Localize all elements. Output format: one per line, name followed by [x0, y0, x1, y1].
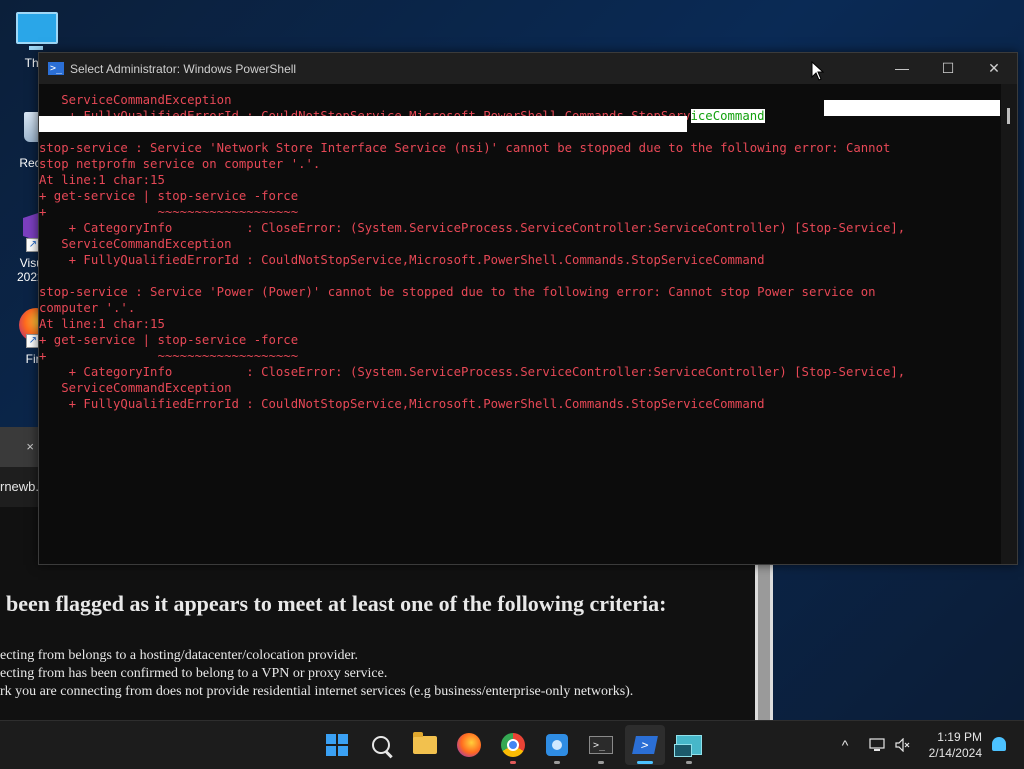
console-line: stop netprofm service on computer '.'. [39, 157, 321, 171]
settings-app-icon [546, 734, 568, 756]
console-scrollbar[interactable] [1001, 84, 1017, 564]
volume-muted-icon[interactable] [892, 721, 914, 769]
powershell-icon: > [632, 736, 658, 754]
notification-bell-icon[interactable] [992, 737, 1006, 751]
console-line: + ~~~~~~~~~~~~~~~~~~~ [39, 349, 299, 363]
remote-desktop-button[interactable] [669, 725, 709, 765]
firefox-icon [457, 733, 481, 757]
console-line: + FullyQualifiedErrorId : CouldNotStopSe… [39, 253, 765, 267]
page-heading: been flagged as it appears to meet at le… [6, 591, 667, 616]
terminal-button[interactable]: >_ [581, 725, 621, 765]
remote-desktop-icon [674, 735, 702, 757]
console-line: ServiceCommandException [39, 237, 232, 251]
file-explorer-button[interactable] [405, 725, 445, 765]
console-line: stop-service : Service 'Network Store In… [39, 141, 891, 155]
window-title: Select Administrator: Windows PowerShell [70, 61, 297, 76]
windows-logo-icon [326, 734, 348, 756]
console-output[interactable]: ServiceCommandException + FullyQualified… [39, 84, 1001, 564]
console-line: + CategoryInfo : CloseError: (System.Ser… [39, 221, 906, 235]
powershell-icon: >_ [48, 62, 64, 75]
system-clock[interactable]: 1:19 PM 2/14/2024 [929, 729, 982, 761]
powershell-window[interactable]: >_ Select Administrator: Windows PowerSh… [38, 52, 1018, 565]
selected-text: iceCommand [690, 109, 765, 123]
running-indicator [637, 761, 653, 764]
criteria-item: ecting from has been confirmed to belong… [0, 666, 388, 681]
criteria-item: rk you are connecting from does not prov… [0, 684, 634, 699]
folder-icon [413, 732, 437, 754]
maximize-button[interactable]: ☐ [925, 53, 971, 84]
console-line: computer '.'. [39, 301, 136, 315]
console-line: + get-service | stop-service -force [39, 189, 299, 203]
scrollbar-thumb[interactable] [758, 564, 770, 720]
powershell-button[interactable]: > [625, 725, 665, 765]
firefox-button[interactable] [449, 725, 489, 765]
selection-highlight [824, 100, 1000, 116]
monitor-icon [16, 12, 58, 52]
console-line: At line:1 char:15 [39, 173, 165, 187]
criteria-item: ecting from belongs to a hosting/datacen… [0, 648, 359, 663]
chrome-icon [501, 733, 525, 757]
tab-close-button[interactable]: × [0, 427, 38, 467]
browser-scrollbar[interactable] [755, 564, 773, 720]
mouse-cursor-icon [811, 61, 825, 81]
running-indicator [510, 761, 516, 764]
console-line: + ~~~~~~~~~~~~~~~~~~~ [39, 205, 299, 219]
console-line: ServiceCommandException [39, 381, 232, 395]
console-line: At line:1 char:15 [39, 317, 165, 331]
settings-app-button[interactable] [537, 725, 577, 765]
network-icon[interactable] [866, 721, 888, 769]
running-indicator [598, 761, 604, 764]
scrollbar-thumb[interactable] [1007, 108, 1010, 124]
taskbar: >_ > ^ 1:19 PM 2/14/2024 [0, 720, 1024, 769]
chrome-button[interactable] [493, 725, 533, 765]
clock-date: 2/14/2024 [928, 746, 982, 760]
terminal-icon: >_ [589, 736, 613, 754]
selection-highlight [39, 116, 687, 132]
close-button[interactable]: ✕ [971, 53, 1017, 84]
search-icon [372, 736, 390, 754]
tray-overflow-chevron-icon[interactable]: ^ [834, 721, 856, 769]
start-button[interactable] [317, 725, 357, 765]
running-indicator [686, 761, 692, 764]
clock-time: 1:19 PM [937, 730, 982, 744]
running-indicator [554, 761, 560, 764]
title-bar[interactable]: >_ Select Administrator: Windows PowerSh… [39, 53, 1017, 84]
console-line: + FullyQualifiedErrorId : CouldNotStopSe… [39, 397, 765, 411]
console-line: + CategoryInfo : CloseError: (System.Ser… [39, 365, 906, 379]
console-line: + get-service | stop-service -force [39, 333, 299, 347]
minimize-button[interactable]: — [879, 53, 925, 84]
search-button[interactable] [361, 725, 401, 765]
console-line: stop-service : Service 'Power (Power)' c… [39, 285, 876, 299]
